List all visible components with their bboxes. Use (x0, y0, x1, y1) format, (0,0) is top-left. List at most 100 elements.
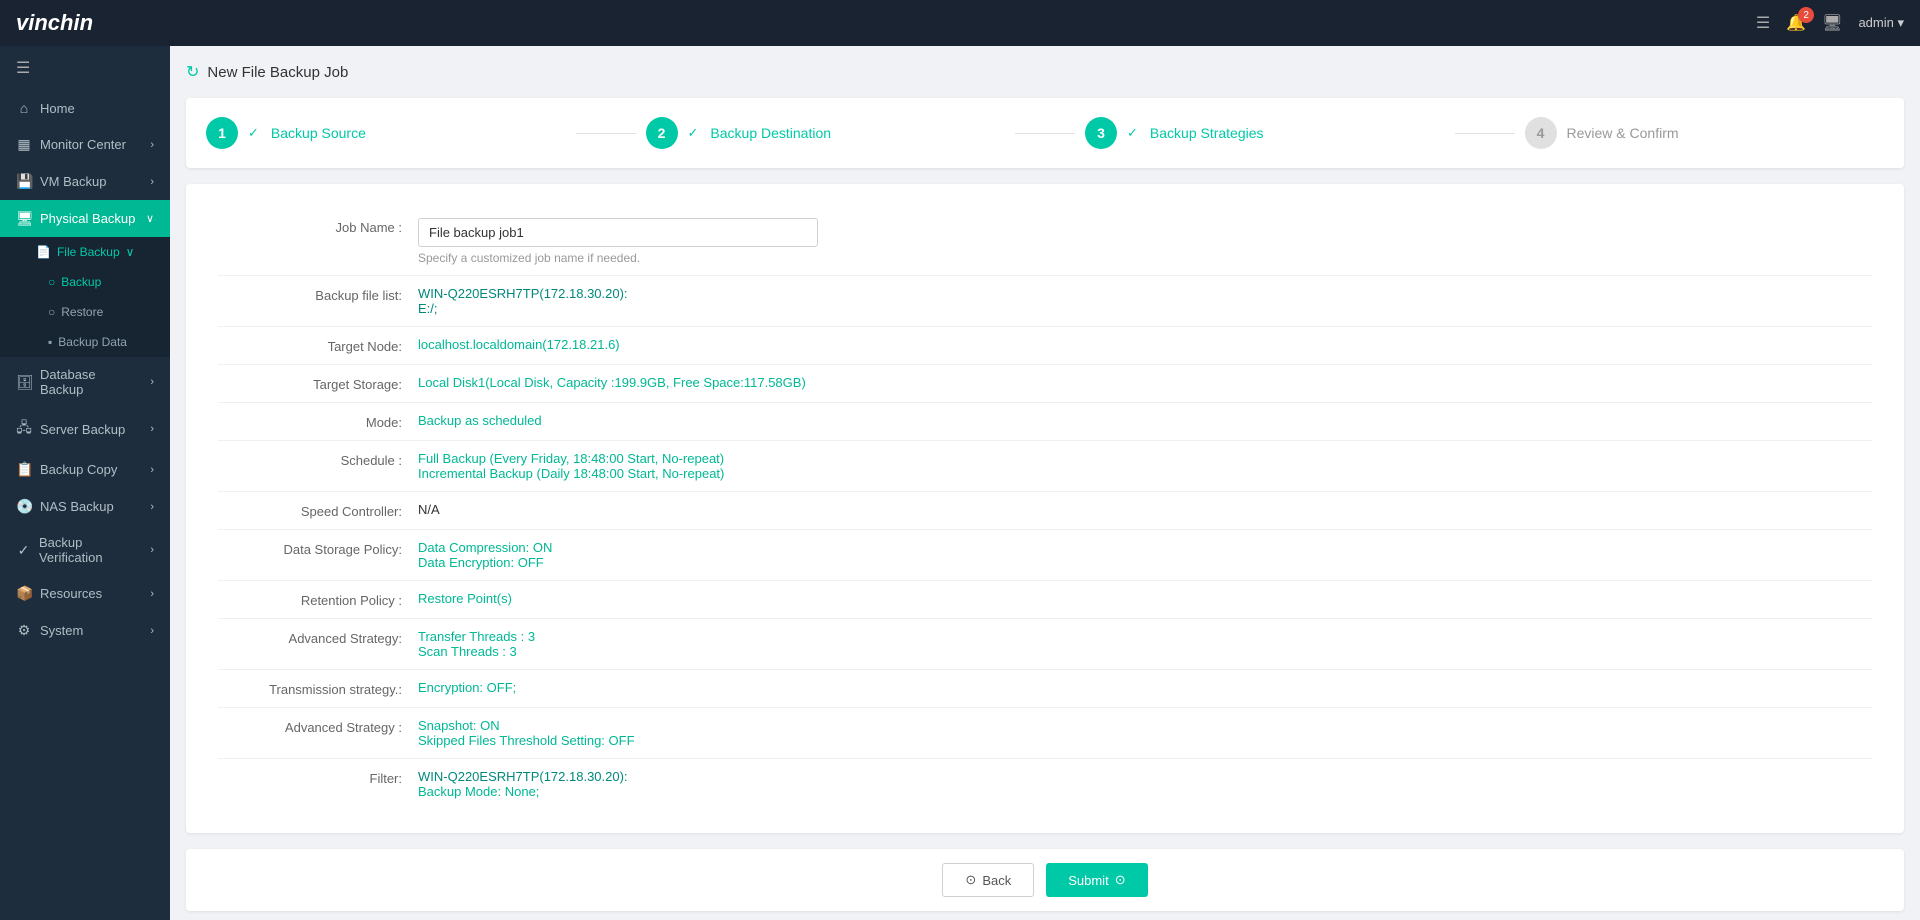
sidebar-item-server-backup[interactable]: 🖧 Server Backup › (0, 407, 170, 451)
backup-verification-icon: ✓ (16, 542, 31, 559)
steps-bar: 1 ✓ Backup Source 2 ✓ Backup Destination… (186, 98, 1904, 168)
backup-file-list-value: WIN-Q220ESRH7TP(172.18.30.20): E:/; (418, 286, 1872, 316)
submit-icon: ⊙ (1115, 872, 1126, 888)
job-name-hint: Specify a customized job name if needed. (418, 251, 1872, 265)
admin-menu[interactable]: admin ▾ (1858, 15, 1904, 31)
sidebar-item-resources[interactable]: 📦 Resources › (0, 575, 170, 612)
backup-icon: ○ (48, 275, 55, 289)
filter-value: WIN-Q220ESRH7TP(172.18.30.20): Backup Mo… (418, 769, 1872, 799)
filter-label: Filter: (218, 769, 418, 786)
advanced-strategy2-line1: Snapshot: ON (418, 718, 1872, 733)
backup-file-list-line1: WIN-Q220ESRH7TP(172.18.30.20): (418, 286, 1872, 301)
sidebar-item-vm-backup-label: VM Backup (40, 174, 106, 189)
sidebar-item-vm-backup[interactable]: 💾 VM Backup › (0, 163, 170, 200)
target-node-label: Target Node: (218, 337, 418, 354)
backup-verification-arrow: › (150, 544, 154, 556)
notifications-badge[interactable]: 🔔 2 (1786, 13, 1806, 33)
step-1: 1 ✓ Backup Source (206, 117, 566, 149)
nas-backup-arrow: › (150, 501, 154, 513)
field-filter: Filter: WIN-Q220ESRH7TP(172.18.30.20): B… (218, 759, 1872, 809)
target-storage-value: Local Disk1(Local Disk, Capacity :199.9G… (418, 375, 1872, 390)
sidebar-item-home[interactable]: ⌂ Home (0, 90, 170, 126)
review-card: Job Name : Specify a customized job name… (186, 184, 1904, 833)
advanced-strategy2-line2: Skipped Files Threshold Setting: OFF (418, 733, 1872, 748)
job-name-label: Job Name : (218, 218, 418, 235)
speed-controller-value: N/A (418, 502, 1872, 517)
data-storage-policy-value: Data Compression: ON Data Encryption: OF… (418, 540, 1872, 570)
sidebar-item-backup[interactable]: ○ Backup (0, 267, 170, 297)
sidebar-toggle[interactable]: ☰ (0, 46, 170, 90)
mode-label: Mode: (218, 413, 418, 430)
schedule-label: Schedule : (218, 451, 418, 468)
schedule-line2: Incremental Backup (Daily 18:48:00 Start… (418, 466, 1872, 481)
sidebar-item-nas-backup[interactable]: 💿 NAS Backup › (0, 488, 170, 525)
back-label: Back (982, 873, 1011, 888)
step-2-circle: 2 (646, 117, 678, 149)
main-content: ↻ New File Backup Job 1 ✓ Backup Source … (170, 46, 1920, 920)
sidebar-item-monitor-center[interactable]: ▦ Monitor Center › (0, 126, 170, 163)
logo-vin: vin (16, 10, 48, 35)
file-backup-arrow: ∨ (126, 245, 135, 259)
page-header-icon: ↻ (186, 62, 199, 82)
filter-line1: WIN-Q220ESRH7TP(172.18.30.20): (418, 769, 1872, 784)
field-mode: Mode: Backup as scheduled (218, 403, 1872, 441)
submit-button[interactable]: Submit ⊙ (1046, 863, 1147, 897)
backup-copy-icon: 📋 (16, 461, 32, 478)
sidebar-item-backup-verification[interactable]: ✓ Backup Verification › (0, 525, 170, 575)
data-storage-line2: Data Encryption: OFF (418, 555, 1872, 570)
sidebar-item-file-backup-label: File Backup (57, 245, 120, 259)
sidebar-item-resources-label: Resources (40, 586, 102, 601)
job-name-input[interactable] (418, 218, 818, 247)
step-1-label: Backup Source (271, 125, 366, 141)
sidebar: ☰ ⌂ Home ▦ Monitor Center › 💾 VM Backup … (0, 46, 170, 920)
field-transmission-strategy: Transmission strategy.: Encryption: OFF; (218, 670, 1872, 708)
sidebar-item-database-backup[interactable]: 🗄 Database Backup › (0, 357, 170, 407)
monitor-icon[interactable]: 🖥 (1822, 13, 1842, 33)
sidebar-item-physical-backup[interactable]: 🖥 Physical Backup ∨ (0, 200, 170, 237)
retention-policy-label: Retention Policy : (218, 591, 418, 608)
step-4: 4 Review & Confirm (1525, 117, 1885, 149)
notification-count: 2 (1798, 7, 1814, 23)
step-3-circle: 3 (1085, 117, 1117, 149)
footer-bar: ⊙ Back Submit ⊙ (186, 849, 1904, 911)
vm-backup-arrow: › (150, 176, 154, 188)
job-name-field: Specify a customized job name if needed. (418, 218, 1872, 265)
sidebar-item-restore[interactable]: ○ Restore (0, 297, 170, 327)
messages-icon[interactable]: ☰ (1756, 13, 1770, 33)
sidebar-item-backup-data[interactable]: ▪ Backup Data (0, 327, 170, 357)
step-divider-1 (576, 133, 636, 134)
sidebar-item-restore-label: Restore (61, 305, 103, 319)
step-4-circle: 4 (1525, 117, 1557, 149)
sidebar-item-backup-copy[interactable]: 📋 Backup Copy › (0, 451, 170, 488)
advanced-strategy-label: Advanced Strategy: (218, 629, 418, 646)
field-schedule: Schedule : Full Backup (Every Friday, 18… (218, 441, 1872, 492)
back-button[interactable]: ⊙ Back (942, 863, 1034, 897)
database-backup-arrow: › (150, 376, 154, 388)
sidebar-item-home-label: Home (40, 101, 75, 116)
backup-file-list-label: Backup file list: (218, 286, 418, 303)
sidebar-item-file-backup[interactable]: 📄 File Backup ∨ (0, 237, 170, 267)
step-3-check: ✓ (1127, 125, 1138, 141)
sidebar-item-nas-backup-label: NAS Backup (40, 499, 114, 514)
vm-backup-icon: 💾 (16, 173, 32, 190)
page-title: New File Backup Job (207, 64, 348, 81)
server-backup-icon: 🖧 (16, 417, 32, 441)
back-icon: ⊙ (965, 872, 976, 888)
retention-policy-value: Restore Point(s) (418, 591, 1872, 606)
sidebar-item-database-backup-label: Database Backup (40, 367, 142, 397)
logo-chin: chin (48, 10, 93, 35)
page-header: ↻ New File Backup Job (186, 62, 1904, 82)
home-icon: ⌂ (16, 100, 32, 116)
sidebar-item-backup-copy-label: Backup Copy (40, 462, 117, 477)
step-3: 3 ✓ Backup Strategies (1085, 117, 1445, 149)
target-storage-label: Target Storage: (218, 375, 418, 392)
field-backup-file-list: Backup file list: WIN-Q220ESRH7TP(172.18… (218, 276, 1872, 327)
physical-backup-arrow: ∨ (146, 212, 154, 225)
sidebar-item-system-label: System (40, 623, 83, 638)
step-2-label: Backup Destination (710, 125, 831, 141)
nas-backup-icon: 💿 (16, 498, 32, 515)
sidebar-item-backup-verification-label: Backup Verification (39, 535, 142, 565)
sidebar-item-system[interactable]: ⚙ System › (0, 612, 170, 649)
schedule-line1: Full Backup (Every Friday, 18:48:00 Star… (418, 451, 1872, 466)
step-1-check: ✓ (248, 125, 259, 141)
